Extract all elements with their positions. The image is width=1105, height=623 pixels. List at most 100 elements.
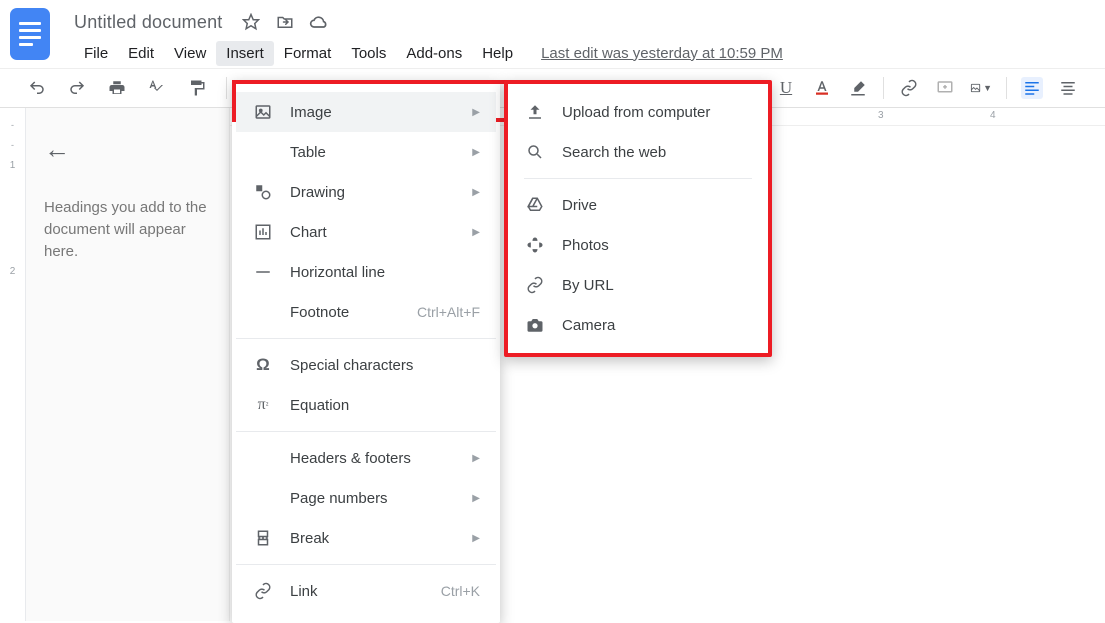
menu-item-label: Footnote xyxy=(290,304,417,321)
menu-insert[interactable]: Insert xyxy=(216,41,274,66)
menu-separator xyxy=(236,564,496,565)
menu-item-label: Table xyxy=(290,144,472,161)
image-drive-item[interactable]: Drive xyxy=(508,185,768,225)
menu-view[interactable]: View xyxy=(164,41,216,66)
menu-tools[interactable]: Tools xyxy=(341,41,396,66)
menu-item-label: Upload from computer xyxy=(562,104,752,121)
outline-collapse-icon[interactable]: ← xyxy=(44,134,211,165)
insert-chart-item[interactable]: Chart ▶ xyxy=(236,212,496,252)
menu-item-label: Image xyxy=(290,104,472,121)
image-photos-item[interactable]: Photos xyxy=(508,225,768,265)
submenu-arrow-icon: ▶ xyxy=(472,107,480,118)
search-icon xyxy=(524,141,546,163)
menu-item-label: Headers & footers xyxy=(290,450,472,467)
drawing-icon xyxy=(252,181,274,203)
highlight-color-icon[interactable] xyxy=(847,77,869,99)
insert-link-item[interactable]: Link Ctrl+K xyxy=(236,571,496,611)
blank-icon xyxy=(252,447,274,469)
omega-icon: Ω xyxy=(252,354,274,376)
menu-help[interactable]: Help xyxy=(472,41,523,66)
print-icon[interactable] xyxy=(106,77,128,99)
blank-icon xyxy=(252,301,274,323)
menu-item-label: Drive xyxy=(562,197,752,214)
underline-icon[interactable]: U xyxy=(775,77,797,99)
equation-icon: π² xyxy=(252,394,274,416)
menu-addons[interactable]: Add-ons xyxy=(396,41,472,66)
insert-break-item[interactable]: Break ▶ xyxy=(236,518,496,558)
align-center-icon[interactable] xyxy=(1057,77,1079,99)
url-icon xyxy=(524,274,546,296)
submenu-arrow-icon: ▶ xyxy=(472,187,480,198)
vertical-ruler: -- 1 2 xyxy=(0,108,26,621)
menu-item-label: Special characters xyxy=(290,357,480,374)
insert-link-icon[interactable] xyxy=(898,77,920,99)
insert-equation-item[interactable]: π² Equation xyxy=(236,385,496,425)
menu-item-label: By URL xyxy=(562,277,752,294)
menu-item-label: Search the web xyxy=(562,144,752,161)
submenu-arrow-icon: ▶ xyxy=(472,227,480,238)
align-left-icon[interactable] xyxy=(1021,77,1043,99)
star-icon[interactable] xyxy=(240,11,262,33)
image-camera-item[interactable]: Camera xyxy=(508,305,768,345)
header: Untitled document File Edit View Insert … xyxy=(0,0,1105,68)
menu-item-label: Camera xyxy=(562,317,752,334)
menu-item-label: Page numbers xyxy=(290,490,472,507)
upload-icon xyxy=(524,101,546,123)
blank-icon xyxy=(252,487,274,509)
drive-icon xyxy=(524,194,546,216)
insert-horizontal-line-item[interactable]: Horizontal line xyxy=(236,252,496,292)
menu-item-label: Drawing xyxy=(290,184,472,201)
insert-image-icon[interactable]: ▼ xyxy=(970,77,992,99)
outline-hint-text: Headings you add to the document will ap… xyxy=(44,197,211,262)
move-folder-icon[interactable] xyxy=(274,11,296,33)
hr-icon xyxy=(252,261,274,283)
menu-separator xyxy=(524,178,752,179)
image-icon xyxy=(252,101,274,123)
table-icon xyxy=(252,141,274,163)
undo-icon[interactable] xyxy=(26,77,48,99)
insert-image-item[interactable]: Image ▶ xyxy=(236,92,496,132)
image-by-url-item[interactable]: By URL xyxy=(508,265,768,305)
menu-item-shortcut: Ctrl+K xyxy=(441,583,480,599)
insert-headers-footers-item[interactable]: Headers & footers ▶ xyxy=(236,438,496,478)
outline-panel: ← Headings you add to the document will … xyxy=(26,108,230,621)
menu-file[interactable]: File xyxy=(74,41,118,66)
insert-table-item[interactable]: Table ▶ xyxy=(236,132,496,172)
menu-item-shortcut: Ctrl+Alt+F xyxy=(417,304,480,320)
redo-icon[interactable] xyxy=(66,77,88,99)
menu-item-label: Photos xyxy=(562,237,752,254)
break-icon xyxy=(252,527,274,549)
image-search-web-item[interactable]: Search the web xyxy=(508,132,768,172)
add-comment-icon[interactable] xyxy=(934,77,956,99)
photos-icon xyxy=(524,234,546,256)
paint-format-icon[interactable] xyxy=(186,77,208,99)
insert-special-characters-item[interactable]: Ω Special characters xyxy=(236,345,496,385)
submenu-arrow-icon: ▶ xyxy=(472,493,480,504)
image-upload-item[interactable]: Upload from computer xyxy=(508,92,768,132)
last-edit-link[interactable]: Last edit was yesterday at 10:59 PM xyxy=(541,45,783,62)
menubar: File Edit View Insert Format Tools Add-o… xyxy=(74,38,1095,68)
menu-item-label: Chart xyxy=(290,224,472,241)
menu-item-label: Break xyxy=(290,530,472,547)
insert-drawing-item[interactable]: Drawing ▶ xyxy=(236,172,496,212)
submenu-arrow-icon: ▶ xyxy=(472,533,480,544)
submenu-arrow-icon: ▶ xyxy=(472,147,480,158)
submenu-arrow-icon: ▶ xyxy=(472,453,480,464)
spellcheck-icon[interactable] xyxy=(146,77,168,99)
menu-item-label: Link xyxy=(290,583,441,600)
menu-edit[interactable]: Edit xyxy=(118,41,164,66)
link-icon xyxy=(252,580,274,602)
image-submenu-dropdown: Upload from computer Search the web Driv… xyxy=(504,80,772,357)
menu-item-label: Equation xyxy=(290,397,480,414)
docs-logo[interactable] xyxy=(10,8,50,60)
menu-item-label: Horizontal line xyxy=(290,264,480,281)
menu-separator xyxy=(236,338,496,339)
insert-page-numbers-item[interactable]: Page numbers ▶ xyxy=(236,478,496,518)
cloud-status-icon[interactable] xyxy=(308,11,330,33)
text-color-icon[interactable] xyxy=(811,77,833,99)
insert-footnote-item[interactable]: Footnote Ctrl+Alt+F xyxy=(236,292,496,332)
chart-icon xyxy=(252,221,274,243)
document-title[interactable]: Untitled document xyxy=(74,12,222,33)
menu-format[interactable]: Format xyxy=(274,41,342,66)
insert-menu-dropdown: Image ▶ Table ▶ Drawing ▶ Chart ▶ Horizo… xyxy=(232,80,500,623)
